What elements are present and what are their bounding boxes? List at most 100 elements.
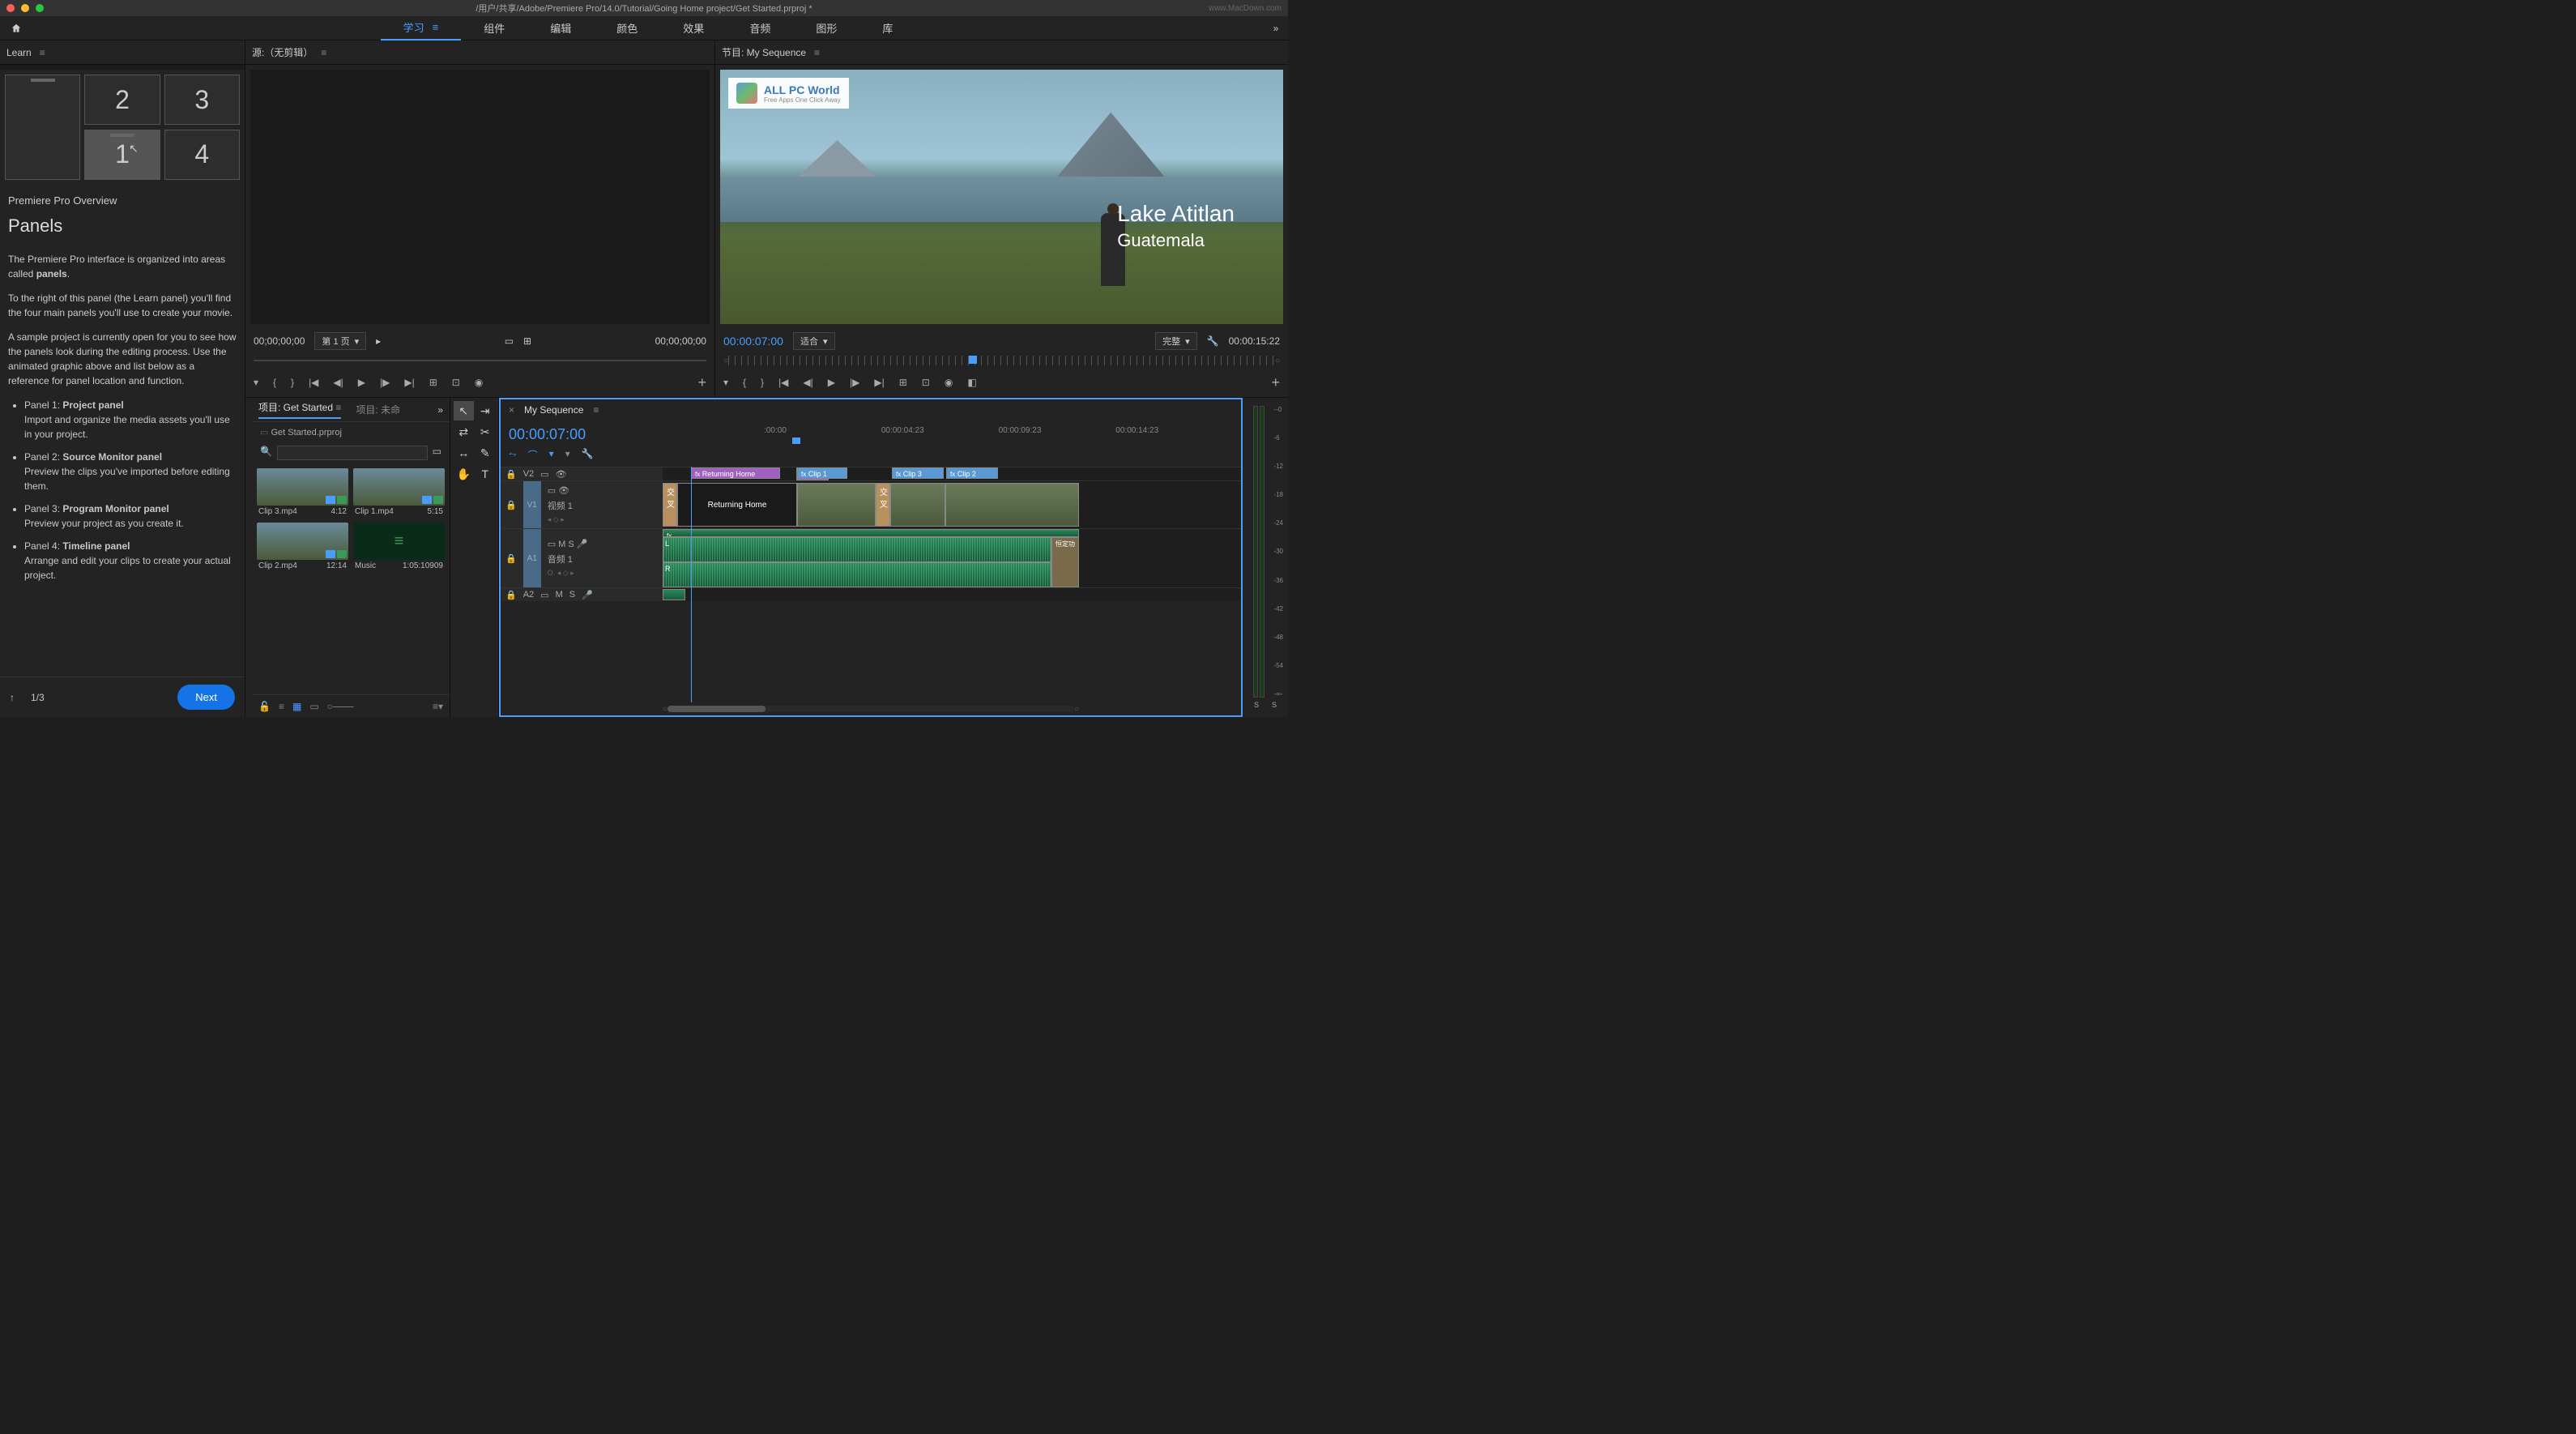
workspace-tab[interactable]: 编辑 <box>527 16 594 41</box>
solo-button[interactable]: S <box>568 540 574 549</box>
new-bin-icon[interactable]: ▭ <box>433 446 441 460</box>
track-target[interactable]: V1 <box>523 481 541 528</box>
prev-keyframe-icon[interactable]: ◂ <box>548 515 552 523</box>
toggle-output-icon[interactable]: ▭ <box>548 540 556 549</box>
settings-icon[interactable]: 🔧 <box>582 448 594 462</box>
solo-button[interactable]: S <box>569 590 575 600</box>
list-view-icon[interactable]: ≡ <box>279 701 284 712</box>
freeform-view-icon[interactable]: ▭ <box>309 701 318 712</box>
step-back-icon[interactable]: ◀| <box>333 377 343 388</box>
ripple-edit-tool[interactable]: ⇄ <box>454 422 474 442</box>
solo-right[interactable]: S <box>1272 701 1277 709</box>
step-forward-icon[interactable]: |▶ <box>850 377 859 388</box>
workspace-tab[interactable]: 音频 <box>727 16 793 41</box>
workspace-tab[interactable]: 颜色 <box>594 16 660 41</box>
toggle-output-icon[interactable]: ▭ <box>540 590 548 600</box>
eye-icon[interactable]: 👁 <box>558 486 569 496</box>
toggle-output-icon[interactable]: ▭ <box>548 486 556 496</box>
close-window-button[interactable] <box>6 4 15 12</box>
go-to-out-icon[interactable]: ▶| <box>404 377 414 388</box>
video-clip[interactable] <box>890 483 945 527</box>
lock-icon[interactable]: 🔒 <box>505 500 517 510</box>
play-icon[interactable]: ▸ <box>376 335 381 347</box>
program-viewport[interactable]: ALL PC World Free Apps One Click Away La… <box>720 70 1283 324</box>
timeline-zoom-scrollbar[interactable] <box>667 706 1074 712</box>
in-point-icon[interactable]: { <box>743 377 746 388</box>
mute-button[interactable]: M <box>558 540 565 549</box>
lift-icon[interactable]: ⊞ <box>899 377 907 388</box>
timeline-ruler[interactable]: :00:00 00:00:04:23 00:00:09:23 00:00:14:… <box>602 426 1233 442</box>
next-keyframe-icon[interactable]: ▸ <box>561 515 565 523</box>
audio-clip[interactable] <box>663 589 685 600</box>
timeline-timecode[interactable]: 00:00:07:00 <box>509 426 586 443</box>
lock-icon[interactable]: 🔒 <box>505 590 517 600</box>
step-back-icon[interactable]: ◀| <box>803 377 812 388</box>
go-to-out-icon[interactable]: ▶| <box>874 377 884 388</box>
next-button[interactable]: Next <box>177 685 235 710</box>
next-keyframe-icon[interactable]: ▸ <box>570 569 574 577</box>
pen-tool[interactable]: ✎ <box>476 443 496 463</box>
hand-tool[interactable]: ✋ <box>454 464 474 484</box>
eye-icon[interactable]: 👁 <box>556 469 567 480</box>
workspace-tab-learn[interactable]: 学习 ≡ <box>381 16 462 41</box>
title-clip[interactable]: Returning Home <box>677 483 797 527</box>
workspace-tab[interactable]: 效果 <box>660 16 727 41</box>
program-tc-left[interactable]: 00:00:07:00 <box>723 335 783 348</box>
source-panel-header[interactable]: 源:（无剪辑） ≡ <box>245 41 714 65</box>
play-icon[interactable]: ▶ <box>828 377 835 388</box>
workspace-tab[interactable]: 组件 <box>461 16 527 41</box>
panel-menu-icon[interactable]: ≡ <box>40 47 45 58</box>
lock-icon[interactable]: 🔓 <box>258 701 271 712</box>
playhead-line[interactable] <box>691 467 692 702</box>
lock-icon[interactable]: 🔒 <box>505 553 517 564</box>
razor-tool[interactable]: ✂ <box>476 422 496 442</box>
source-tc-right[interactable]: 00;00;00;00 <box>655 335 706 347</box>
crossfade-clip[interactable]: 交叉 <box>876 483 890 527</box>
close-sequence-icon[interactable]: × <box>509 404 514 416</box>
source-tc-left[interactable]: 00;00;00;00 <box>254 335 305 347</box>
extract-icon[interactable]: ⊡ <box>922 377 930 388</box>
type-tool[interactable]: T <box>476 464 496 484</box>
icon-view-icon[interactable]: ▦ <box>292 701 301 712</box>
play-icon[interactable]: ▶ <box>358 377 365 388</box>
export-frame-icon[interactable]: ◉ <box>945 377 953 388</box>
audio-clip[interactable]: L <box>663 537 1051 562</box>
sort-icon[interactable]: ≡▾ <box>433 701 443 712</box>
crossfade-clip[interactable]: 交叉 <box>663 483 677 527</box>
menu-icon[interactable]: ≡ <box>433 21 439 33</box>
snap-icon[interactable]: ⥊ <box>509 448 517 462</box>
workspace-overflow[interactable]: » <box>1264 23 1288 34</box>
tab-overflow-icon[interactable]: » <box>437 404 443 416</box>
insert-icon[interactable]: ⊞ <box>429 377 437 388</box>
zoom-slider[interactable]: ○─── <box>327 701 354 712</box>
overwrite-icon[interactable]: ⊡ <box>452 377 460 388</box>
search-input[interactable] <box>277 446 428 460</box>
in-point-icon[interactable]: { <box>273 377 276 388</box>
panel-menu-icon[interactable]: ≡ <box>321 47 326 58</box>
playhead-icon[interactable] <box>792 437 800 444</box>
maximize-window-button[interactable] <box>36 4 44 12</box>
go-to-in-icon[interactable]: |◀ <box>778 377 788 388</box>
mute-button[interactable]: M <box>556 590 563 600</box>
scroll-up-icon[interactable]: ↑ <box>10 692 15 703</box>
resolution-dropdown[interactable]: 完整 ▾ <box>1155 332 1197 350</box>
wrench-icon[interactable]: 🔧 <box>1207 335 1219 347</box>
program-panel-header[interactable]: 节目: My Sequence ≡ <box>715 41 1288 65</box>
page-dropdown[interactable]: 第 1 页 ▾ <box>314 332 366 350</box>
voice-over-icon[interactable]: 🎤 <box>577 540 588 549</box>
video-clip[interactable] <box>945 483 1079 527</box>
home-button[interactable] <box>0 16 32 41</box>
lock-icon[interactable]: 🔒 <box>505 469 517 480</box>
video-clip[interactable] <box>797 483 876 527</box>
sequence-tab[interactable]: My Sequence <box>524 404 583 416</box>
minimize-window-button[interactable] <box>21 4 29 12</box>
media-item[interactable]: Clip 1.mp45:15 <box>353 468 445 518</box>
link-icon[interactable]: ⌒ <box>528 448 538 462</box>
project-tab-2[interactable]: 项目: 未命 <box>356 403 400 416</box>
program-tc-right[interactable]: 00:00:15:22 <box>1229 335 1280 347</box>
markers-icon[interactable]: ▾ <box>549 448 554 462</box>
step-forward-icon[interactable]: |▶ <box>380 377 390 388</box>
marker-icon[interactable]: ▾ <box>254 377 258 388</box>
prev-keyframe-icon[interactable]: ◂ <box>557 569 561 577</box>
comparison-icon[interactable]: ◧ <box>967 377 976 388</box>
